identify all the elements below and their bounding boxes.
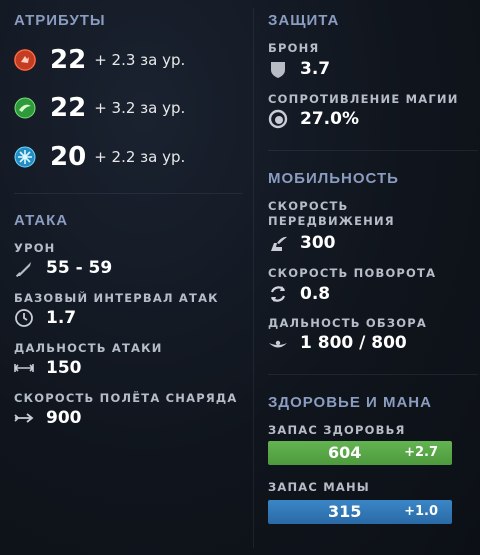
attack-interval-value: 1.7 bbox=[46, 308, 77, 328]
mana-regen: +1.0 bbox=[404, 504, 438, 519]
damage-label: УРОН bbox=[14, 241, 56, 255]
magic-resistance-icon bbox=[268, 109, 288, 129]
clock-icon bbox=[15, 309, 33, 327]
agility-row[interactable]: 22 + 3.2 за ур. bbox=[14, 93, 186, 123]
strength-row[interactable]: 22 + 2.3 за ур. bbox=[14, 45, 186, 75]
armor-label: БРОНЯ bbox=[268, 41, 320, 55]
damage-value: 55 - 59 bbox=[46, 258, 113, 278]
magic-resistance-label: СОПРОТИВЛЕНИЕ МАГИИ bbox=[268, 92, 459, 106]
agility-icon bbox=[14, 97, 36, 119]
attack-interval-label: БАЗОВЫЙ ИНТЕРВАЛ АТАК bbox=[14, 291, 219, 305]
mobility-title: МОБИЛЬНОСТЬ bbox=[268, 170, 399, 187]
vision-range-label: ДАЛЬНОСТЬ ОБЗОРА bbox=[268, 316, 427, 330]
projectile-speed-label: СКОРОСТЬ ПОЛЁТА СНАРЯДА bbox=[14, 391, 238, 405]
armor-value: 3.7 bbox=[300, 59, 331, 79]
move-speed-label: СКОРОСТЬ ПЕРЕДВИЖЕНИЯ bbox=[268, 199, 395, 229]
health-label: ЗАПАС ЗДОРОВЬЯ bbox=[268, 423, 406, 437]
column-divider bbox=[253, 8, 254, 548]
turn-arrows-icon bbox=[270, 286, 286, 302]
strength-gain: + 2.3 за ур. bbox=[94, 51, 186, 69]
shield-icon bbox=[271, 62, 285, 78]
defense-divider bbox=[268, 150, 478, 151]
health-value: 604 bbox=[328, 443, 362, 462]
intelligence-row[interactable]: 20 + 2.2 за ур. bbox=[14, 142, 186, 172]
vision-range-value: 1 800 / 800 bbox=[300, 333, 407, 353]
strength-icon bbox=[14, 49, 36, 71]
health-bar: 604 +2.7 bbox=[268, 441, 452, 465]
magic-resistance-value: 27.0% bbox=[300, 109, 359, 129]
sword-icon bbox=[15, 262, 31, 278]
mana-label: ЗАПАС МАНЫ bbox=[268, 480, 370, 494]
attributes-divider bbox=[14, 193, 242, 194]
winged-boot-icon bbox=[271, 236, 287, 251]
attack-title: АТАКА bbox=[14, 212, 69, 229]
health-mana-title: ЗДОРОВЬЕ И МАНА bbox=[268, 394, 432, 411]
mobility-divider bbox=[268, 374, 478, 375]
attack-range-value: 150 bbox=[46, 358, 82, 378]
turn-rate-value: 0.8 bbox=[300, 284, 331, 304]
mana-value: 315 bbox=[328, 502, 362, 521]
turn-rate-label: СКОРОСТЬ ПОВОРОТА bbox=[268, 266, 437, 280]
attributes-title: АТРИБУТЫ bbox=[14, 12, 106, 29]
mana-bar: 315 +1.0 bbox=[268, 500, 452, 524]
eye-icon bbox=[269, 340, 287, 348]
defense-title: ЗАЩИТА bbox=[268, 12, 340, 29]
range-arrows-icon bbox=[14, 364, 34, 372]
move-speed-label-line-1: СКОРОСТЬ bbox=[268, 199, 349, 213]
arrow-icon bbox=[14, 413, 34, 423]
intelligence-icon bbox=[14, 146, 36, 168]
intelligence-value: 20 bbox=[50, 142, 87, 172]
attack-range-label: ДАЛЬНОСТЬ АТАКИ bbox=[14, 341, 163, 355]
intelligence-gain: + 2.2 за ур. bbox=[94, 148, 186, 166]
agility-value: 22 bbox=[50, 93, 87, 123]
move-speed-label-line-2: ПЕРЕДВИЖЕНИЯ bbox=[268, 214, 395, 228]
strength-value: 22 bbox=[50, 45, 87, 75]
agility-gain: + 3.2 за ур. bbox=[94, 99, 186, 117]
health-regen: +2.7 bbox=[404, 445, 438, 460]
move-speed-value: 300 bbox=[300, 233, 336, 253]
projectile-speed-value: 900 bbox=[46, 408, 82, 428]
